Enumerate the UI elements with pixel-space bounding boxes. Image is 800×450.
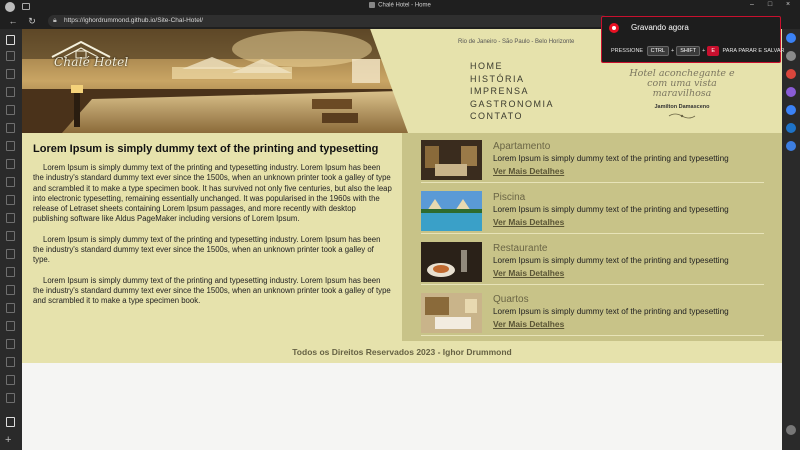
- tab-icon[interactable]: [6, 123, 15, 133]
- copilot-icon[interactable]: [786, 33, 796, 43]
- tab-icon[interactable]: [6, 105, 15, 115]
- tab-icon[interactable]: [6, 285, 15, 295]
- nav-imprensa[interactable]: IMPRENSA: [470, 85, 554, 98]
- tab-icon[interactable]: [6, 267, 15, 277]
- details-link[interactable]: Ver Mais Detalhes: [493, 319, 564, 329]
- plus-sign: +: [671, 48, 675, 54]
- recording-icon[interactable]: [609, 23, 619, 33]
- tab-icon[interactable]: [6, 159, 15, 169]
- service-card-restaurante: Restaurante Lorem Ipsum is simply dummy …: [421, 239, 764, 285]
- nav-contato[interactable]: CONTATO: [470, 110, 554, 123]
- tab-icon[interactable]: [6, 357, 15, 367]
- tab-icon[interactable]: [6, 393, 15, 403]
- nav-gastronomia[interactable]: GASTRONOMIA: [470, 98, 554, 111]
- tab-icon[interactable]: [6, 177, 15, 187]
- tools-icon[interactable]: [786, 87, 796, 97]
- service-title: Apartamento: [493, 141, 551, 152]
- tab-icon[interactable]: [6, 339, 15, 349]
- tab-icon[interactable]: [6, 321, 15, 331]
- recording-title: Gravando agora: [631, 23, 689, 32]
- details-link[interactable]: Ver Mais Detalhes: [493, 217, 564, 227]
- page-blank-area: [22, 363, 782, 450]
- tab-icon[interactable]: [6, 375, 15, 385]
- tab-icon[interactable]: [6, 69, 15, 79]
- service-card-piscina: Piscina Lorem Ipsum is simply dummy text…: [421, 188, 764, 234]
- lock-icon: 🔒︎: [53, 17, 57, 24]
- vertical-tab-rail: +: [0, 29, 22, 450]
- nav-home[interactable]: HOME: [470, 60, 554, 73]
- back-button[interactable]: ←: [7, 15, 19, 27]
- key-ctrl: CTRL: [646, 46, 669, 56]
- site-footer: Todos os Direitos Reservados 2023 - Igho…: [22, 341, 782, 363]
- refresh-button[interactable]: ↻: [26, 15, 38, 27]
- outlook-icon[interactable]: [786, 123, 796, 133]
- recording-popup: Gravando agora PRESSIONE CTRL + SHIFT + E PA…: [601, 16, 784, 63]
- service-title: Piscina: [493, 192, 526, 203]
- drop-icon[interactable]: [786, 141, 796, 151]
- minimize-icon[interactable]: –: [744, 1, 760, 8]
- service-card-apartamento: Apartamento Lorem Ipsum is simply dummy …: [421, 137, 764, 183]
- room-photo: [421, 293, 482, 333]
- tab-icon[interactable]: [6, 213, 15, 223]
- service-text: Lorem Ipsum is simply dummy text of the …: [493, 205, 729, 214]
- service-title: Restaurante: [493, 243, 548, 254]
- press-label: PRESSIONE: [611, 48, 644, 54]
- tab-icon[interactable]: [6, 51, 15, 61]
- service-text: Lorem Ipsum is simply dummy text of the …: [493, 154, 729, 163]
- games-icon[interactable]: [786, 105, 796, 115]
- service-text: Lorem Ipsum is simply dummy text of the …: [493, 307, 729, 316]
- key-e: E: [707, 46, 719, 56]
- ornament-icon: [668, 113, 696, 119]
- logo-text[interactable]: Chalé Hotel: [54, 55, 128, 69]
- apartment-photo: [421, 140, 482, 180]
- plus-sign: +: [702, 48, 706, 54]
- url-field[interactable]: 🔒︎ https://ighordrummond.github.io/Site-…: [48, 15, 608, 27]
- details-link[interactable]: Ver Mais Detalhes: [493, 268, 564, 278]
- new-tab-icon[interactable]: +: [5, 434, 11, 446]
- cities-text: Rio de Janeiro - São Paulo - Belo Horizo…: [458, 39, 575, 45]
- tab-icon[interactable]: [6, 303, 15, 313]
- url-text[interactable]: https://ighordrummond.github.io/Site-Cha…: [64, 17, 203, 25]
- service-text: Lorem Ipsum is simply dummy text of the …: [493, 256, 729, 265]
- main-nav: HOME HISTÓRIA IMPRENSA GASTRONOMIA CONTA…: [470, 60, 554, 123]
- details-link[interactable]: Ver Mais Detalhes: [493, 166, 564, 176]
- nav-historia[interactable]: HISTÓRIA: [470, 73, 554, 86]
- sidebar-right: [782, 29, 800, 450]
- settings-icon[interactable]: [786, 425, 796, 435]
- pool-photo: [421, 191, 482, 231]
- tab-icon[interactable]: [6, 141, 15, 151]
- intro-paragraph: Lorem Ipsum is simply dummy text of the …: [33, 163, 392, 224]
- tab-icon[interactable]: [6, 35, 15, 45]
- tab-icon[interactable]: [6, 87, 15, 97]
- window-title: Chalé Hotel - Home: [0, 2, 800, 9]
- key-shift: SHIFT: [676, 46, 701, 56]
- window-title-text: Chalé Hotel - Home: [378, 2, 431, 9]
- intro-paragraph: Lorem Ipsum is simply dummy text of the …: [33, 275, 391, 306]
- intro-section: Lorem Ipsum is simply dummy text of the …: [22, 133, 402, 341]
- slogan: Hotel aconchegante e com uma vista marav…: [629, 68, 735, 99]
- stop-save-label: PARA PARAR E SALVAR: [722, 48, 785, 54]
- services-section: Apartamento Lorem Ipsum is simply dummy …: [402, 133, 782, 341]
- search-icon[interactable]: [786, 51, 796, 61]
- title-bar: Chalé Hotel - Home – □ ×: [0, 0, 800, 13]
- recording-shortcut-hint: PRESSIONE CTRL + SHIFT + E PARA PARAR E SALV…: [611, 46, 784, 56]
- restaurant-photo: [421, 242, 482, 282]
- service-card-quartos: Quartos Lorem Ipsum is simply dummy text…: [421, 290, 764, 336]
- tab-icon[interactable]: [6, 195, 15, 205]
- page-viewport: Chalé Hotel Rio de Janeiro - São Paulo -…: [22, 29, 782, 450]
- shopping-icon[interactable]: [786, 69, 796, 79]
- maximize-icon[interactable]: □: [762, 1, 778, 8]
- tab-icon[interactable]: [6, 231, 15, 241]
- slogan-author: Jamilton Damasceno: [654, 104, 710, 110]
- tab-icon[interactable]: [6, 249, 15, 259]
- service-title: Quartos: [493, 294, 529, 305]
- intro-paragraph: Lorem Ipsum is simply dummy text of the …: [33, 234, 381, 265]
- page-favicon-icon: [369, 2, 376, 8]
- close-window-icon[interactable]: ×: [780, 1, 796, 8]
- hero-image: Chalé Hotel: [22, 29, 462, 133]
- tab-icon[interactable]: [6, 417, 15, 427]
- page-title: Lorem Ipsum is simply dummy text of the …: [33, 143, 379, 155]
